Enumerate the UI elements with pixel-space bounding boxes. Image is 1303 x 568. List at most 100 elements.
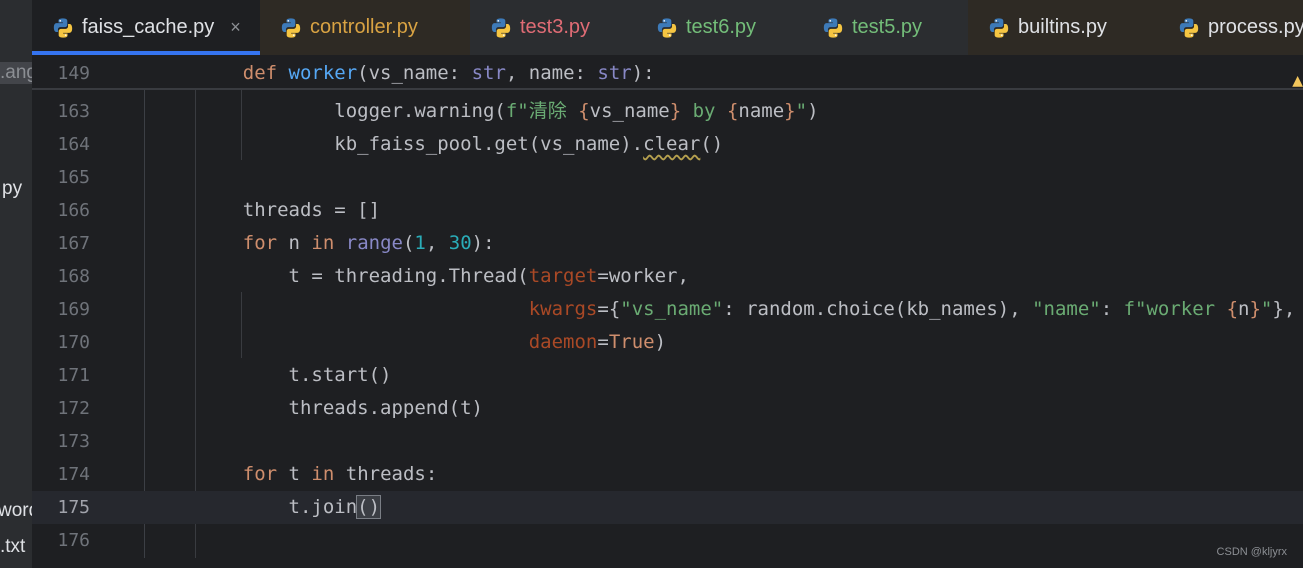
python-file-icon — [1178, 17, 1200, 39]
close-tab-icon[interactable]: × — [230, 17, 241, 38]
code-line[interactable]: 165 — [32, 161, 1303, 194]
python-file-icon — [280, 17, 302, 39]
code-line[interactable]: 173 — [32, 425, 1303, 458]
tab-label: test5.py — [852, 16, 923, 38]
code-token: for — [242, 232, 278, 254]
code-line[interactable]: 163 logger.warning(f"清除 {vs_name} by {na… — [32, 95, 1303, 128]
line-number: 167 — [57, 233, 90, 254]
tab-process-py[interactable]: process.py — [1158, 0, 1303, 55]
code-text: kwargs={"vs_name": random.choice(kb_name… — [197, 293, 1296, 326]
python-file-icon — [656, 17, 678, 39]
code-token: t.join — [197, 496, 358, 518]
code-text: for n in range(1, 30): — [197, 227, 495, 260]
tab-label: process.py — [1208, 16, 1303, 38]
line-number: 168 — [57, 266, 90, 287]
code-token: =worker, — [597, 265, 689, 287]
code-token: n — [277, 232, 312, 254]
code-token: t — [277, 463, 312, 485]
code-line[interactable]: 176 — [32, 524, 1303, 557]
code-line[interactable]: 170 daemon=True) — [32, 326, 1303, 359]
tab-test6-py[interactable]: test6.py — [636, 0, 802, 55]
code-editor[interactable]: ▲ 149 def worker(vs_name: str, name: str… — [32, 55, 1303, 568]
sticky-scope-header[interactable]: 149 def worker(vs_name: str, name: str): — [32, 57, 1303, 90]
line-number: 166 — [57, 200, 90, 221]
code-line[interactable]: 175 t.join() — [32, 491, 1303, 524]
tab-label: faiss_cache.py — [82, 16, 215, 38]
editor-tab-bar: faiss_cache.py × controller.py test3.py test… — [32, 0, 1303, 55]
code-text: t.join() — [197, 491, 382, 524]
tab-controller-py[interactable]: controller.py — [260, 0, 470, 55]
line-number: 165 — [57, 167, 90, 188]
code-text: threads.append(t) — [197, 392, 483, 425]
tab-label: builtins.py — [1018, 16, 1107, 38]
code-token: ): — [631, 62, 655, 84]
code-token: in — [311, 232, 335, 254]
code-line[interactable]: 172 threads.append(t) — [32, 392, 1303, 425]
line-number: 173 — [57, 431, 90, 452]
tab-builtins-py[interactable]: builtins.py — [968, 0, 1158, 55]
code-token: "name" — [1032, 298, 1101, 320]
code-token: }, — [1272, 298, 1296, 320]
tab-faiss-cache-py[interactable]: faiss_cache.py × — [32, 0, 260, 55]
code-token: ): — [471, 232, 495, 254]
code-text: def worker(vs_name: str, name: str): — [197, 57, 655, 90]
code-text: kb_faiss_pool.get(vs_name).clear() — [197, 128, 723, 161]
python-file-icon — [822, 17, 844, 39]
tab-test5-py[interactable]: test5.py — [802, 0, 968, 55]
code-token: ={ — [597, 298, 621, 320]
code-token: f"worker — [1123, 298, 1227, 320]
code-token: (vs_name: — [357, 62, 472, 84]
code-token: n — [1238, 298, 1250, 320]
project-tree-item-fragment[interactable]: py — [2, 178, 22, 200]
code-token: str — [471, 62, 506, 84]
code-token: " — [795, 100, 808, 122]
project-panel-strip[interactable]: .ang py word .txt — [0, 0, 32, 568]
code-token: , name: — [505, 62, 598, 84]
code-line[interactable]: 166 threads = [] — [32, 194, 1303, 227]
code-line[interactable]: 167 for n in range(1, 30): — [32, 227, 1303, 260]
code-token: : random.choice(kb_names), — [723, 298, 1033, 320]
code-token: in — [311, 463, 335, 485]
code-token: t = threading.Thread( — [197, 265, 529, 287]
line-number: 149 — [57, 63, 90, 84]
code-text: t.start() — [197, 359, 392, 392]
code-token: range — [345, 232, 403, 254]
python-file-icon — [490, 17, 512, 39]
code-token: by — [681, 100, 727, 122]
code-text: for t in threads: — [197, 458, 438, 491]
code-token: vs_name — [589, 100, 670, 122]
code-token: logger.warning( — [197, 100, 506, 122]
code-line[interactable]: 164 kb_faiss_pool.get(vs_name).clear() — [32, 128, 1303, 161]
python-file-icon — [52, 17, 74, 39]
code-token: f"清除 — [505, 100, 579, 122]
code-token: clear — [643, 133, 701, 155]
code-line[interactable]: 168 t = threading.Thread(target=worker, — [32, 260, 1303, 293]
code-token: { — [1226, 298, 1239, 320]
code-token: "vs_name" — [620, 298, 724, 320]
project-tree-item-fragment[interactable]: word — [0, 500, 32, 522]
code-token: t.start() — [197, 364, 392, 386]
tab-test3-py[interactable]: test3.py — [470, 0, 636, 55]
project-tree-item-fragment[interactable]: .txt — [0, 536, 25, 558]
code-line[interactable]: 174 for t in threads: — [32, 458, 1303, 491]
project-tree-item-fragment[interactable]: .ang — [0, 62, 32, 84]
code-token: threads.append(t) — [197, 397, 483, 419]
code-text: daemon=True) — [197, 326, 666, 359]
code-token: = — [597, 331, 609, 353]
code-token: ( — [402, 232, 415, 254]
code-token: kb_faiss_pool.get(vs_name). — [197, 133, 644, 155]
line-number: 171 — [57, 365, 90, 386]
code-line[interactable]: 171 t.start() — [32, 359, 1303, 392]
code-token: : — [1100, 298, 1124, 320]
code-token: } — [669, 100, 682, 122]
code-line[interactable]: 169 kwargs={"vs_name": random.choice(kb_… — [32, 293, 1303, 326]
code-token: def — [242, 62, 289, 84]
line-number: 172 — [57, 398, 90, 419]
code-text: logger.warning(f"清除 {vs_name} by {name}"… — [197, 95, 818, 128]
code-token: for — [242, 463, 278, 485]
